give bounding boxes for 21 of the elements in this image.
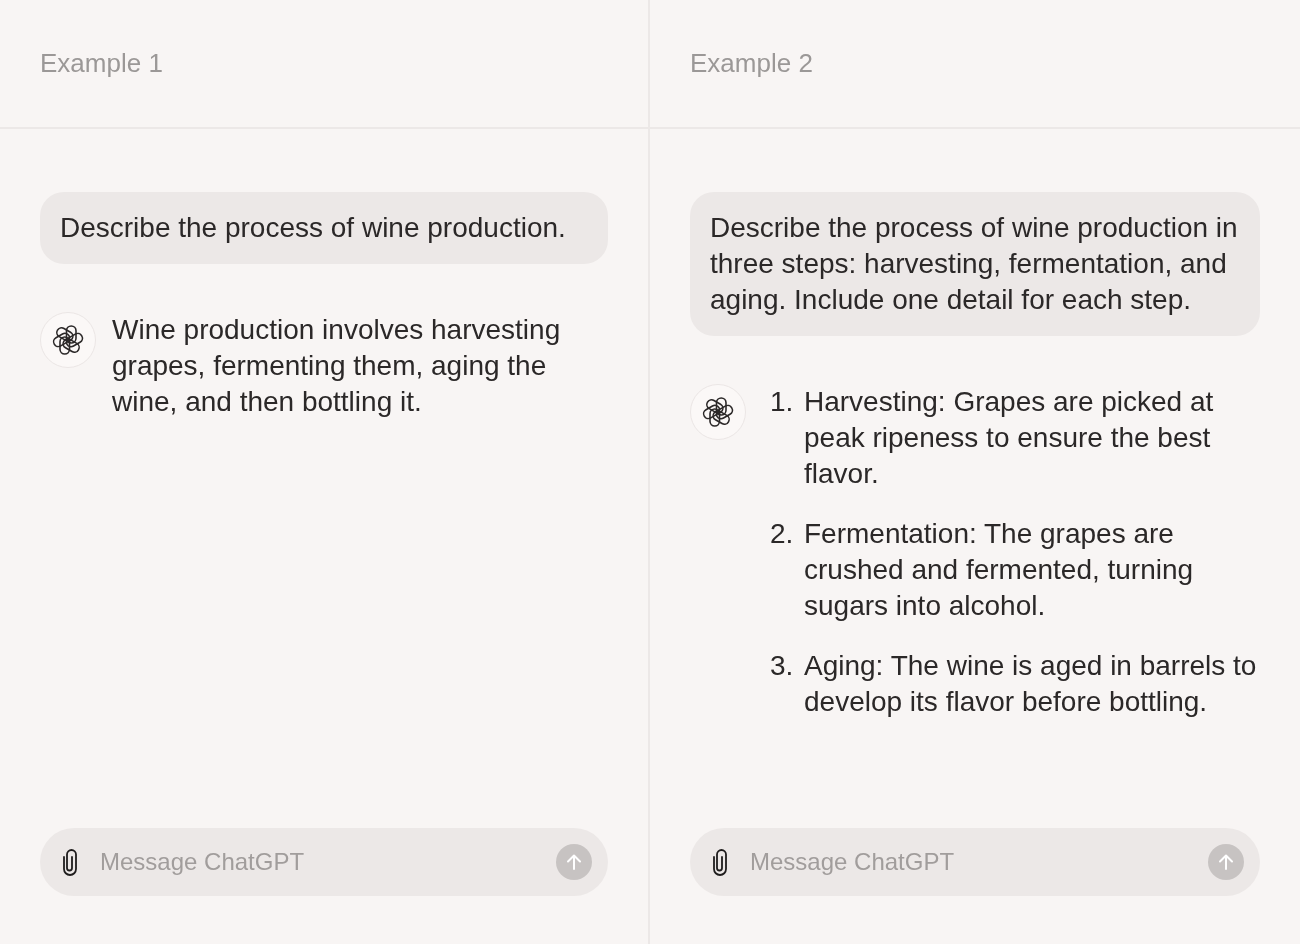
user-message: Describe the process of wine production in three steps: harvesting, fermentation, and aging. Include one detail for each step. [690,192,1260,336]
message-field[interactable]: Message ChatGPT [690,828,1260,896]
arrow-up-icon [564,852,584,872]
arrow-up-icon [1216,852,1236,872]
logo-icon [40,312,96,368]
message-input[interactable]: Message ChatGPT [100,844,544,880]
paperclip-icon[interactable] [712,848,728,876]
list-item-text: Aging: The wine is aged in barrels to develop its flavor before bottling. [804,649,1258,719]
list-item-text: Harvesting: Grapes are picked at peak ripeness to ensure the best flavor. [804,385,1215,491]
message-input[interactable]: Message ChatGPT [750,844,1196,880]
paperclip-icon[interactable] [62,848,78,876]
list-number: 1. [770,385,795,419]
logo-icon [690,384,746,440]
assistant-message: Wine production involves harvesting grapes, fermenting them, aging the wine, and then bottling it. [112,313,562,419]
panel-title: Example 2 [690,47,813,80]
message-field[interactable]: Message ChatGPT [40,828,608,896]
user-message: Describe the process of wine production. [40,192,608,264]
list-item-text: Fermentation: The grapes are crushed and fermented, turning sugars into alcohol. [804,517,1195,623]
list-number: 2. [770,517,795,551]
panel-title: Example 1 [40,47,163,80]
list-number: 3. [770,649,795,683]
